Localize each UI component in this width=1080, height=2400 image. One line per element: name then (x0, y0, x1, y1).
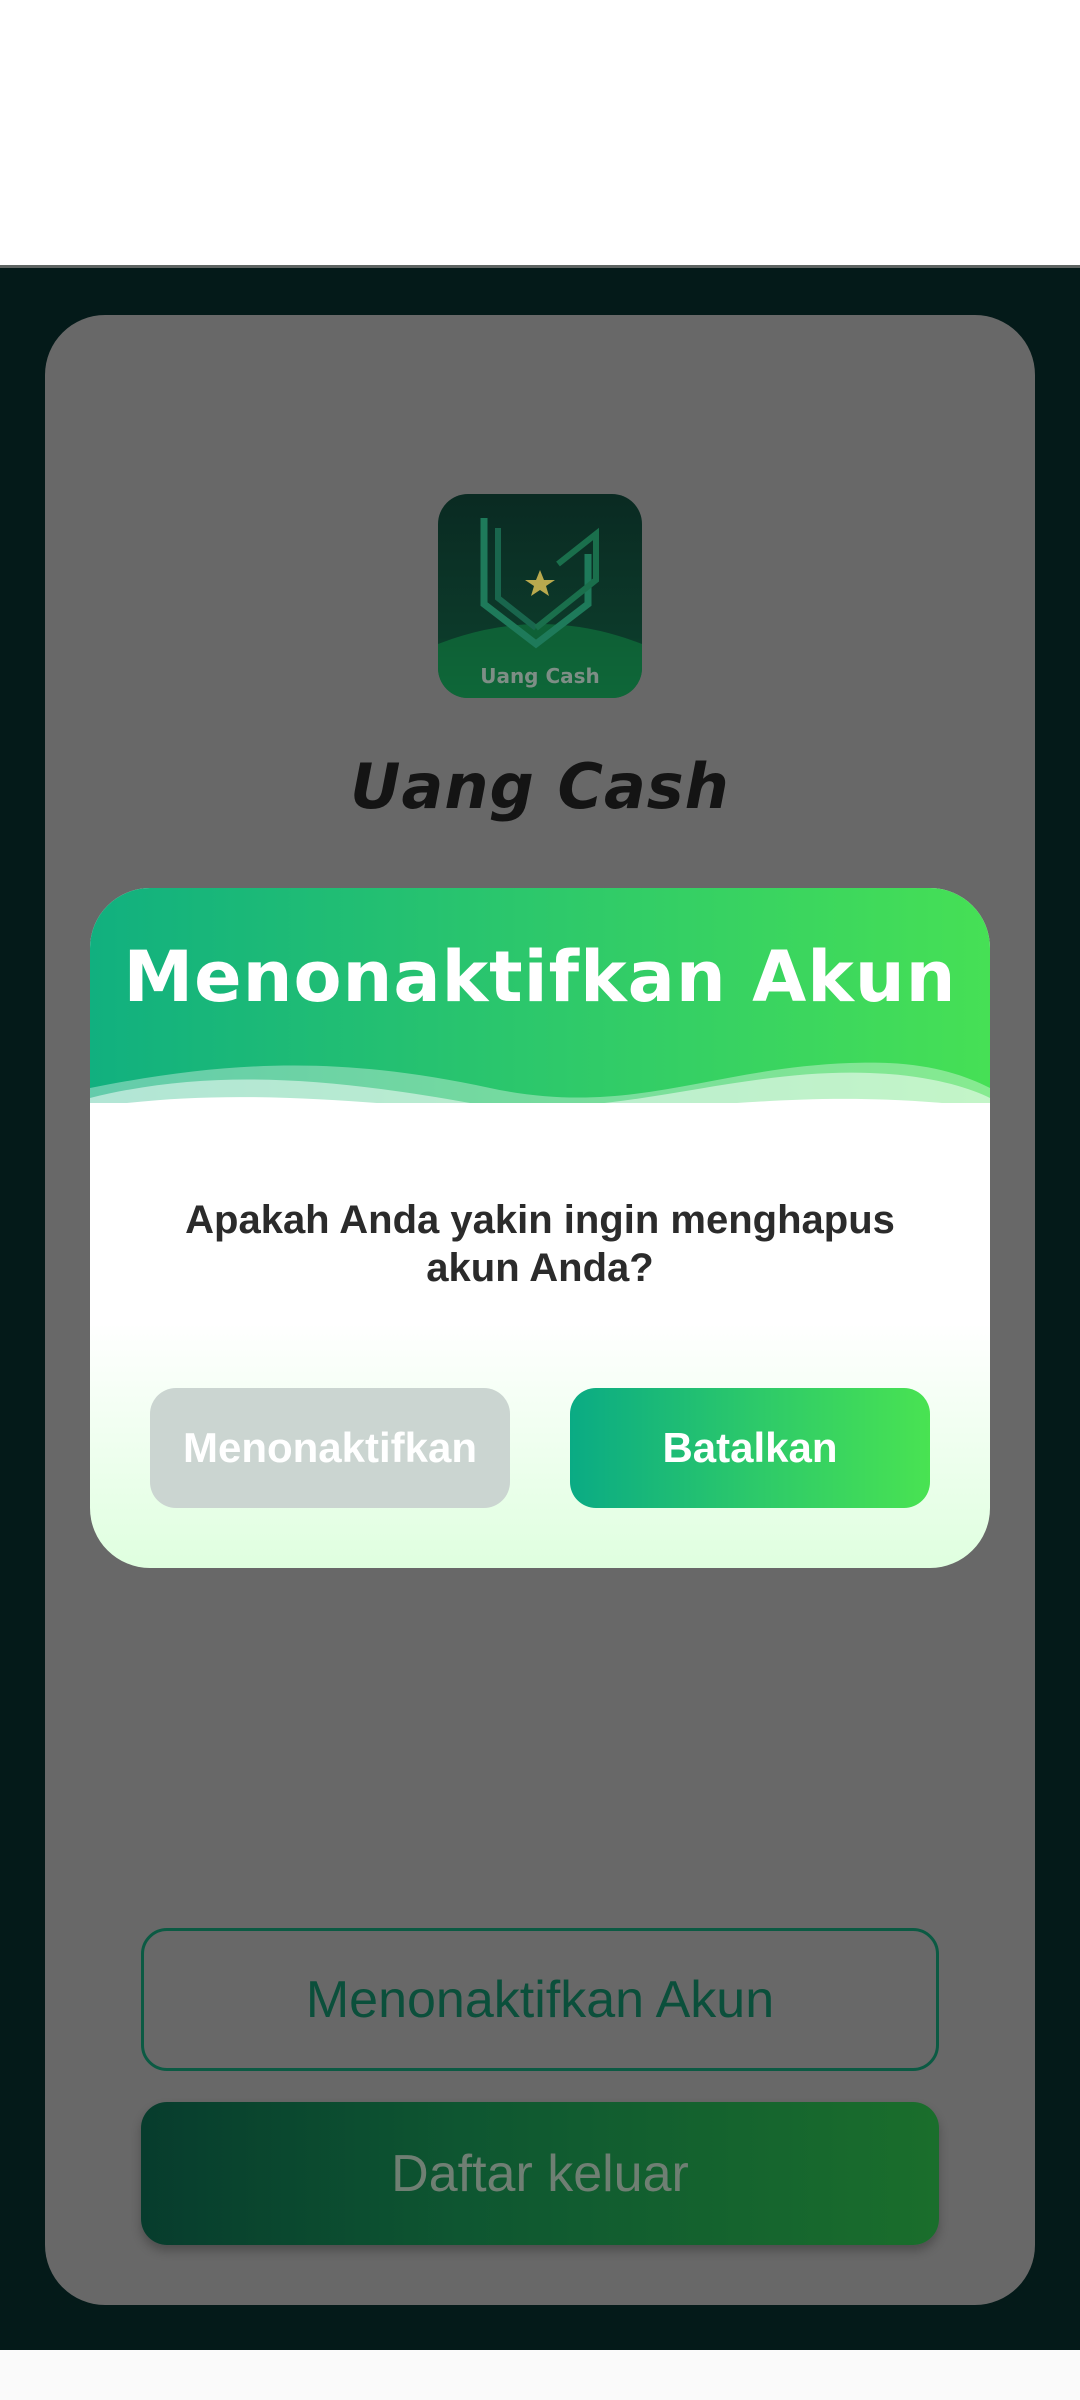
dialog-wave-decoration (90, 1062, 990, 1118)
app-logo-text: Uang Cash (480, 664, 600, 688)
dialog-title: Menonaktifkan Akun (123, 936, 957, 1018)
deactivate-account-button[interactable]: Menonaktifkan Akun (141, 1928, 939, 2071)
status-bar-area (0, 0, 1080, 265)
dialog-message: Apakah Anda yakin ingin menghapus akun A… (185, 1198, 895, 1290)
confirm-deactivate-button[interactable]: Menonaktifkan (150, 1388, 510, 1508)
app-name: Uang Cash (350, 750, 730, 823)
logout-button[interactable]: Daftar keluar (141, 2102, 939, 2245)
navigation-bar-area (0, 2350, 1080, 2400)
deactivate-dialog: Menonaktifkan Akun Apakah Anda yakin ing… (90, 888, 990, 1568)
cancel-button[interactable]: Batalkan (570, 1388, 930, 1508)
